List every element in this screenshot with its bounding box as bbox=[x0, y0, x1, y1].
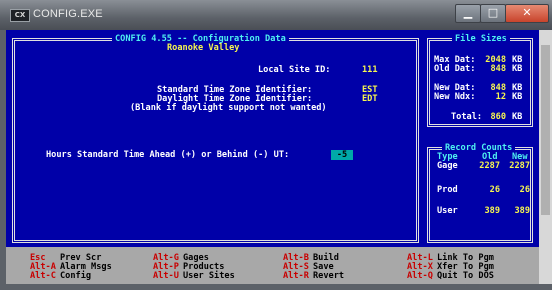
close-button[interactable]: ✕ bbox=[505, 4, 549, 23]
site-name: Roanoke Valley bbox=[167, 43, 240, 53]
new-ndx-unit: KB bbox=[512, 92, 523, 102]
scrollbar-thumb[interactable] bbox=[541, 45, 550, 215]
key-alt-u-label: User Sites bbox=[183, 271, 235, 281]
record-old: 26 bbox=[489, 185, 500, 195]
config-panel bbox=[12, 38, 419, 243]
daylight-note: (Blank if daylight support not wanted) bbox=[130, 103, 327, 113]
record-new: 2287 bbox=[509, 161, 530, 171]
hours-label: Hours Standard Time Ahead (+) or Behind … bbox=[46, 150, 290, 160]
record-old: 2287 bbox=[479, 161, 500, 171]
app-icon[interactable]: CX bbox=[10, 9, 30, 22]
record-type: Prod bbox=[437, 185, 458, 195]
key-alt-c-key: Alt-C bbox=[30, 271, 56, 281]
minimize-button[interactable]: ▁ bbox=[455, 4, 481, 23]
record-new: 389 bbox=[514, 206, 530, 216]
hours-offset-input[interactable]: -5 bbox=[331, 150, 353, 160]
total-label: Total: bbox=[451, 112, 483, 122]
key-alt-q-label: Quit To DOS bbox=[437, 271, 494, 281]
record-type: User bbox=[437, 206, 458, 216]
key-alt-q-key: Alt-Q bbox=[407, 271, 433, 281]
total-unit: KB bbox=[512, 112, 523, 122]
record-old: 389 bbox=[484, 206, 500, 216]
local-site-value[interactable]: 111 bbox=[362, 66, 378, 75]
new-ndx-label: New Ndx: bbox=[434, 92, 476, 102]
key-alt-r-label: Revert bbox=[313, 271, 345, 281]
window-title: CONFIG.EXE bbox=[33, 8, 103, 20]
record-new: 26 bbox=[519, 185, 530, 195]
record-type: Gage bbox=[437, 161, 458, 171]
key-alt-u-key: Alt-U bbox=[153, 271, 179, 281]
key-alt-c-label: Config bbox=[60, 271, 92, 281]
key-alt-r-key: Alt-R bbox=[283, 271, 309, 281]
old-dat-value: 848 bbox=[490, 64, 506, 74]
maximize-button[interactable]: □ bbox=[480, 4, 506, 23]
old-dat-unit: KB bbox=[512, 64, 523, 74]
local-site-label: Local Site ID: bbox=[258, 65, 331, 75]
dst-tz-value[interactable]: EDT bbox=[362, 95, 378, 104]
file-sizes-title: File Sizes bbox=[452, 35, 510, 44]
new-ndx-value: 12 bbox=[495, 92, 506, 102]
total-value: 860 bbox=[490, 112, 506, 122]
old-dat-label: Old Dat: bbox=[434, 64, 476, 74]
